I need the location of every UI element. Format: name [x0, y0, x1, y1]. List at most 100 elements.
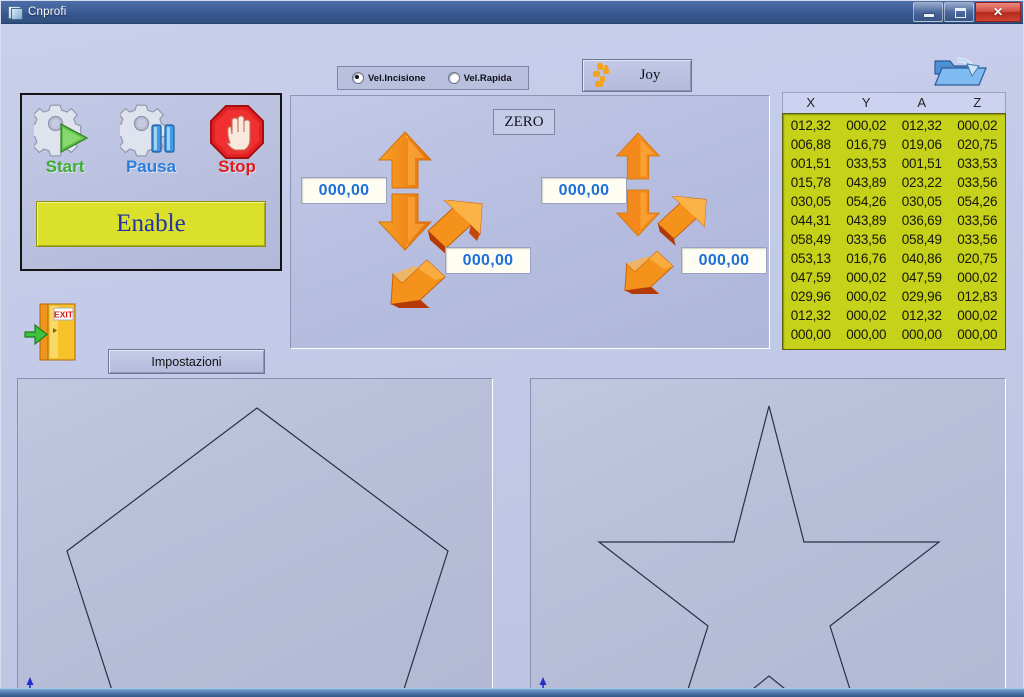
coordinates-row[interactable]: 012,32 000,02 012,32 000,02 — [783, 116, 1005, 135]
coordinates-cell: 006,88 — [790, 137, 831, 152]
joy-button-label: Joy — [639, 67, 661, 83]
enable-button-label: Enable — [116, 210, 186, 237]
coordinates-cell: 000,00 — [790, 327, 831, 342]
coordinates-header: XYAZ — [782, 92, 1006, 113]
coordinates-cell: 054,26 — [957, 194, 998, 209]
coordinates-row[interactable]: 012,32 000,02 012,32 000,02 — [783, 306, 1005, 325]
client-area: Vel.Incisione Vel.Rapida Joy Start Pausa… — [1, 24, 1023, 697]
joy-button[interactable]: Joy — [582, 59, 692, 92]
coordinates-header-cell-y: Y — [861, 95, 871, 110]
radio-vel-incisione[interactable]: Vel.Incisione — [352, 72, 426, 84]
exit-button[interactable]: EXIT — [23, 302, 87, 364]
minimize-button[interactable] — [913, 2, 943, 22]
coordinates-header-cell-x: X — [806, 95, 816, 110]
jog-panel: ZERO 000,00 000,00 000,00 000,00 — [290, 95, 770, 349]
coordinates-row[interactable]: 047,59 000,02 047,59 000,02 — [783, 268, 1005, 287]
window-title: Cnprofi — [28, 6, 67, 18]
coordinates-cell: 012,83 — [957, 289, 998, 304]
jog-arrow-downleft-left[interactable] — [387, 252, 449, 313]
coordinates-cell: 033,56 — [957, 175, 998, 190]
coordinates-cell: 000,02 — [957, 308, 998, 323]
pausa-button-label: Pausa — [125, 157, 177, 176]
title-bar: Cnprofi ✕ — [1, 1, 1023, 24]
coordinates-cell: 043,89 — [846, 175, 887, 190]
coordinates-row[interactable]: 030,05 054,26 030,05 054,26 — [783, 192, 1005, 211]
coordinates-row[interactable]: 006,88 016,79 019,06 020,75 — [783, 135, 1005, 154]
jog-value-right-vertical[interactable]: 000,00 — [541, 177, 627, 204]
coordinates-cell: 036,69 — [901, 213, 942, 228]
coordinates-cell: 012,32 — [901, 118, 942, 133]
taskbar[interactable] — [0, 688, 1024, 697]
command-button-row: Start Pausa Stop — [22, 103, 280, 185]
coordinates-cell: 033,56 — [846, 232, 887, 247]
coordinates-cell: 047,59 — [901, 270, 942, 285]
coordinates-cell: 000,00 — [846, 327, 887, 342]
pentagon-drawing — [26, 407, 449, 697]
jog-arrow-upright-right[interactable] — [654, 195, 710, 251]
coordinates-cell: 000,02 — [957, 270, 998, 285]
coordinates-cell: 044,31 — [790, 213, 831, 228]
enable-button[interactable]: Enable — [36, 201, 266, 247]
coordinates-cell: 000,00 — [901, 327, 942, 342]
open-file-button[interactable] — [931, 54, 987, 96]
coordinates-cell: 033,53 — [957, 156, 998, 171]
jog-value-left-vertical-text: 000,00 — [318, 181, 370, 199]
preview-pentagon[interactable] — [17, 378, 493, 697]
zero-button[interactable]: ZERO — [493, 109, 555, 135]
coordinates-cell: 030,05 — [901, 194, 942, 209]
jog-value-left-diagonal[interactable]: 000,00 — [445, 247, 531, 274]
close-icon: ✕ — [992, 5, 1004, 19]
coordinates-cell: 001,51 — [790, 156, 831, 171]
gear-play-icon — [34, 104, 89, 157]
jog-value-left-diagonal-text: 000,00 — [462, 251, 514, 269]
start-button[interactable]: Start — [22, 103, 108, 185]
stop-hand-icon — [210, 105, 264, 159]
coordinates-cell: 030,05 — [790, 194, 831, 209]
coordinates-cell: 000,02 — [846, 289, 887, 304]
application-window: Cnprofi ✕ Vel.Incisione Vel.Rapida Joy S… — [0, 0, 1024, 697]
jog-value-right-diagonal[interactable]: 000,00 — [681, 247, 767, 274]
coordinates-cell: 015,78 — [790, 175, 831, 190]
maximize-button[interactable] — [944, 2, 974, 22]
page-icon — [7, 5, 23, 20]
coordinates-cell: 047,59 — [790, 270, 831, 285]
radio-vel-rapida[interactable]: Vel.Rapida — [447, 72, 512, 84]
coordinates-header-cell-z: Z — [973, 95, 982, 110]
zero-button-label: ZERO — [504, 113, 544, 130]
radio-vel-incisione-label: Vel.Incisione — [368, 72, 426, 84]
coordinates-cell: 020,75 — [957, 251, 998, 266]
coordinates-row[interactable]: 001,51 033,53 001,51 033,53 — [783, 154, 1005, 173]
coordinates-row[interactable]: 044,31 043,89 036,69 033,56 — [783, 211, 1005, 230]
stop-button-label: Stop — [218, 157, 256, 176]
preview-star[interactable] — [530, 378, 1006, 697]
radio-dot-icon — [352, 72, 364, 84]
coordinates-cell: 029,96 — [790, 289, 831, 304]
coordinates-row[interactable]: 053,13 016,76 040,86 020,75 — [783, 249, 1005, 268]
coordinates-row[interactable]: 029,96 000,02 029,96 012,83 — [783, 287, 1005, 306]
coordinates-cell: 012,32 — [790, 308, 831, 323]
pausa-button[interactable]: Pausa — [108, 103, 194, 185]
start-button-label: Start — [45, 157, 85, 176]
coordinates-cell: 023,22 — [901, 175, 942, 190]
coordinates-cell: 053,13 — [790, 251, 831, 266]
open-folder-icon — [934, 57, 987, 86]
jog-arrow-downleft-right[interactable] — [621, 244, 677, 299]
coordinates-cell: 054,26 — [846, 194, 887, 209]
coordinates-row[interactable]: 058,49 033,56 058,49 033,56 — [783, 230, 1005, 249]
coordinates-cell: 058,49 — [901, 232, 942, 247]
coordinates-cell: 029,96 — [901, 289, 942, 304]
coordinates-cell: 016,76 — [846, 251, 887, 266]
stop-button[interactable]: Stop — [194, 103, 280, 185]
jog-value-left-vertical[interactable]: 000,00 — [301, 177, 387, 204]
impostazioni-button[interactable]: Impostazioni — [108, 349, 265, 374]
coordinates-body[interactable]: 012,32 000,02 012,32 000,02 006,88 016,79 019,… — [782, 113, 1006, 350]
coordinates-row[interactable]: 015,78 043,89 023,22 033,56 — [783, 173, 1005, 192]
coordinates-cell: 033,56 — [957, 232, 998, 247]
gear-pause-icon — [120, 104, 175, 157]
coordinates-header-cell-a: A — [917, 95, 927, 110]
coordinates-row[interactable]: 000,00 000,00 000,00 000,00 — [783, 325, 1005, 344]
coordinates-cell: 058,49 — [790, 232, 831, 247]
close-button[interactable]: ✕ — [975, 2, 1021, 22]
main-window: Cnprofi ✕ Vel.Incisione Vel.Rapida Joy S… — [0, 0, 1024, 697]
coordinates-cell: 000,00 — [957, 327, 998, 342]
